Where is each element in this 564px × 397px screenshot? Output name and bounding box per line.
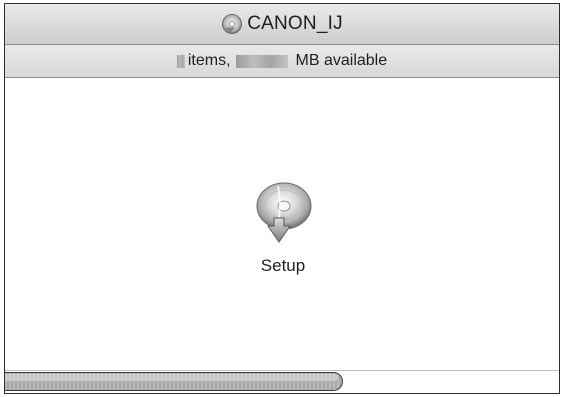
- setup-file-item[interactable]: Setup: [235, 176, 331, 276]
- disc-icon: [222, 14, 243, 34]
- items-label: items,: [187, 52, 231, 69]
- available-label: MB available: [295, 52, 388, 69]
- finder-window: CANON_IJ items, MB available Setup: [4, 3, 560, 394]
- file-list-area[interactable]: Setup: [5, 78, 559, 371]
- window-title: CANON_IJ: [247, 13, 343, 34]
- scrollbar-thumb[interactable]: [5, 372, 343, 391]
- status-bar: items, MB available: [5, 45, 559, 78]
- horizontal-scrollbar[interactable]: [5, 370, 559, 393]
- setup-installer-icon: [256, 182, 312, 243]
- window-titlebar[interactable]: CANON_IJ: [5, 4, 559, 45]
- redacted-item-count: [176, 54, 185, 68]
- setup-file-label: Setup: [260, 256, 306, 275]
- redacted-available-size: [235, 54, 288, 68]
